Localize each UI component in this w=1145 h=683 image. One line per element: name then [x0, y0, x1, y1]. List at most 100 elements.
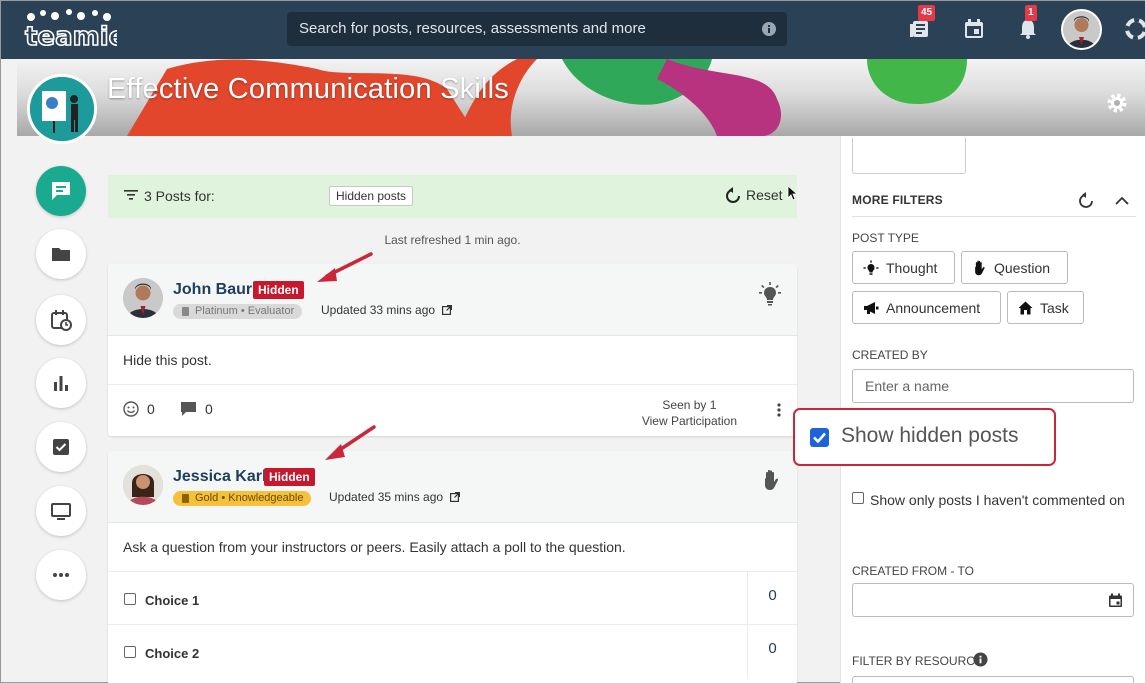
author-name[interactable]: John Baur	[173, 281, 252, 299]
post-type-thought-button[interactable]: Thought	[852, 251, 955, 284]
poll-choice-votes: 0	[747, 625, 797, 678]
post-type-label-text: Thought	[886, 259, 938, 276]
notifications-badge: 1	[1025, 5, 1037, 21]
show-hidden-label[interactable]: Show hidden posts	[841, 424, 1018, 448]
filter-count: 3 Posts for:	[144, 188, 215, 204]
reactions-button[interactable]: 0	[123, 401, 155, 417]
author-avatar[interactable]	[123, 465, 163, 505]
reset-icon[interactable]	[726, 187, 740, 203]
post-type-question-button[interactable]: Question	[961, 251, 1068, 284]
view-participation-link[interactable]: View Participation	[642, 413, 737, 429]
level-name: Platinum	[195, 305, 238, 317]
created-range-label: CREATED FROM - TO	[852, 564, 975, 578]
author-avatar[interactable]	[123, 278, 163, 318]
lightbulb-icon	[863, 260, 879, 275]
collapse-chevron-up-icon[interactable]	[1115, 196, 1129, 205]
calendar-icon[interactable]	[963, 18, 987, 42]
top-nav: teamie Search for posts, resources, asse…	[1, 1, 1145, 59]
show-hidden-checkbox[interactable]	[810, 428, 829, 447]
poll-choice-checkbox[interactable]	[124, 646, 136, 658]
post-card: John Baur Hidden Platinum • Evaluator Up…	[108, 264, 797, 436]
rail-more-button[interactable]	[36, 550, 86, 600]
raised-hand-icon	[975, 260, 985, 275]
reaction-count: 0	[147, 401, 155, 417]
previous-filter-field[interactable]	[852, 138, 966, 174]
checkbox-icon	[53, 439, 69, 455]
updated-text: Updated 33 mins ago	[321, 303, 436, 317]
calendar-clock-icon	[51, 310, 72, 331]
course-title: Effective Communication Skills	[107, 73, 509, 105]
post-type-label-text: Question	[994, 259, 1051, 276]
comment-count: 0	[205, 401, 213, 417]
rail-newsfeed-button[interactable]	[36, 166, 86, 216]
external-link-icon[interactable]	[450, 492, 461, 502]
post-header: John Baur Hidden Platinum • Evaluator Up…	[108, 264, 797, 336]
rail-classroom-button[interactable]	[36, 486, 86, 536]
filter-resource-input[interactable]	[852, 676, 1134, 683]
teamie-logo[interactable]: teamie	[21, 7, 117, 51]
newsfeed-icon[interactable]	[909, 18, 933, 42]
created-by-label: CREATED BY	[852, 348, 928, 362]
post-type-task-button[interactable]: Task	[1007, 291, 1084, 324]
post-header: Jessica Karl Hidden Gold • Knowledgeable…	[108, 451, 797, 523]
post-body: Hide this post.	[123, 352, 212, 368]
post-updated[interactable]: Updated 35 mins ago	[329, 490, 461, 504]
level-name: Gold	[195, 492, 219, 504]
reset-button[interactable]: Reset	[746, 187, 783, 203]
info-icon[interactable]	[761, 21, 777, 37]
course-avatar[interactable]	[27, 74, 97, 144]
help-lifebuoy-icon[interactable]	[1125, 18, 1145, 40]
mouse-cursor-icon	[787, 185, 797, 201]
poll-choice-label: Choice 1	[145, 593, 200, 608]
rail-schedule-button[interactable]	[36, 295, 86, 345]
uncommented-label[interactable]: Show only posts I haven't commented on	[852, 490, 1136, 510]
author-level-badge: Gold • Knowledgeable	[173, 491, 312, 506]
updated-text: Updated 35 mins ago	[329, 490, 444, 504]
user-avatar[interactable]	[1061, 9, 1102, 50]
checkmark-icon	[813, 432, 826, 444]
monitor-icon	[51, 503, 71, 520]
author-name[interactable]: Jessica Karl	[173, 468, 266, 486]
annotation-arrow	[317, 252, 373, 282]
refresh-filters-icon[interactable]	[1079, 192, 1093, 208]
rail-resources-button[interactable]	[36, 229, 86, 279]
post-type-announcement-button[interactable]: Announcement	[852, 291, 1001, 324]
calendar-icon[interactable]	[1108, 593, 1123, 608]
level-icon	[181, 494, 190, 503]
rail-assessments-button[interactable]	[36, 422, 86, 472]
post-card: Jessica Karl Hidden Gold • Knowledgeable…	[108, 451, 797, 683]
filter-resource-label: FILTER BY RESOURCE	[852, 654, 983, 668]
created-by-input[interactable]: Enter a name	[852, 369, 1134, 403]
bell-icon[interactable]	[1017, 18, 1041, 42]
megaphone-icon	[864, 301, 879, 314]
logo-wordmark: teamie	[25, 22, 117, 51]
post-type-label-text: Announcement	[886, 299, 981, 316]
created-range-input[interactable]	[852, 583, 1134, 617]
comments-button[interactable]: 0	[180, 401, 213, 417]
home-icon	[1018, 301, 1033, 314]
more-filters-heading: MORE FILTERS	[852, 193, 943, 207]
lightbulb-icon	[759, 282, 781, 306]
post-footer: 0 0 Seen by 1 View Participation	[108, 384, 797, 435]
post-body: Ask a question from your instructors or …	[123, 539, 626, 555]
comment-icon	[181, 402, 196, 416]
info-icon[interactable]	[973, 652, 988, 667]
search-input[interactable]: Search for posts, resources, assessments…	[287, 12, 787, 46]
raised-hand-icon	[761, 469, 781, 491]
hidden-badge: Hidden	[253, 281, 304, 299]
poll-choice[interactable]: Choice 1 0	[108, 571, 797, 625]
poll-choice[interactable]: Choice 2 0	[108, 624, 797, 678]
external-link-icon[interactable]	[442, 305, 453, 315]
post-updated[interactable]: Updated 33 mins ago	[321, 303, 453, 317]
poll-choice-checkbox[interactable]	[124, 593, 136, 605]
post-type-label: POST TYPE	[852, 231, 919, 245]
rail-analytics-button[interactable]	[36, 358, 86, 408]
filter-chip-hidden-posts[interactable]: Hidden posts	[329, 186, 414, 206]
last-refreshed-text: Last refreshed 1 min ago.	[384, 233, 521, 247]
post-menu-kebab-icon[interactable]	[777, 403, 781, 417]
filter-summary-bar: 3 Posts for: Hidden posts Reset	[108, 175, 797, 218]
annotation-arrow	[325, 425, 376, 460]
gear-icon[interactable]	[1106, 92, 1128, 114]
post-type-label-text: Task	[1040, 299, 1069, 316]
filter-lines-icon	[124, 189, 138, 201]
